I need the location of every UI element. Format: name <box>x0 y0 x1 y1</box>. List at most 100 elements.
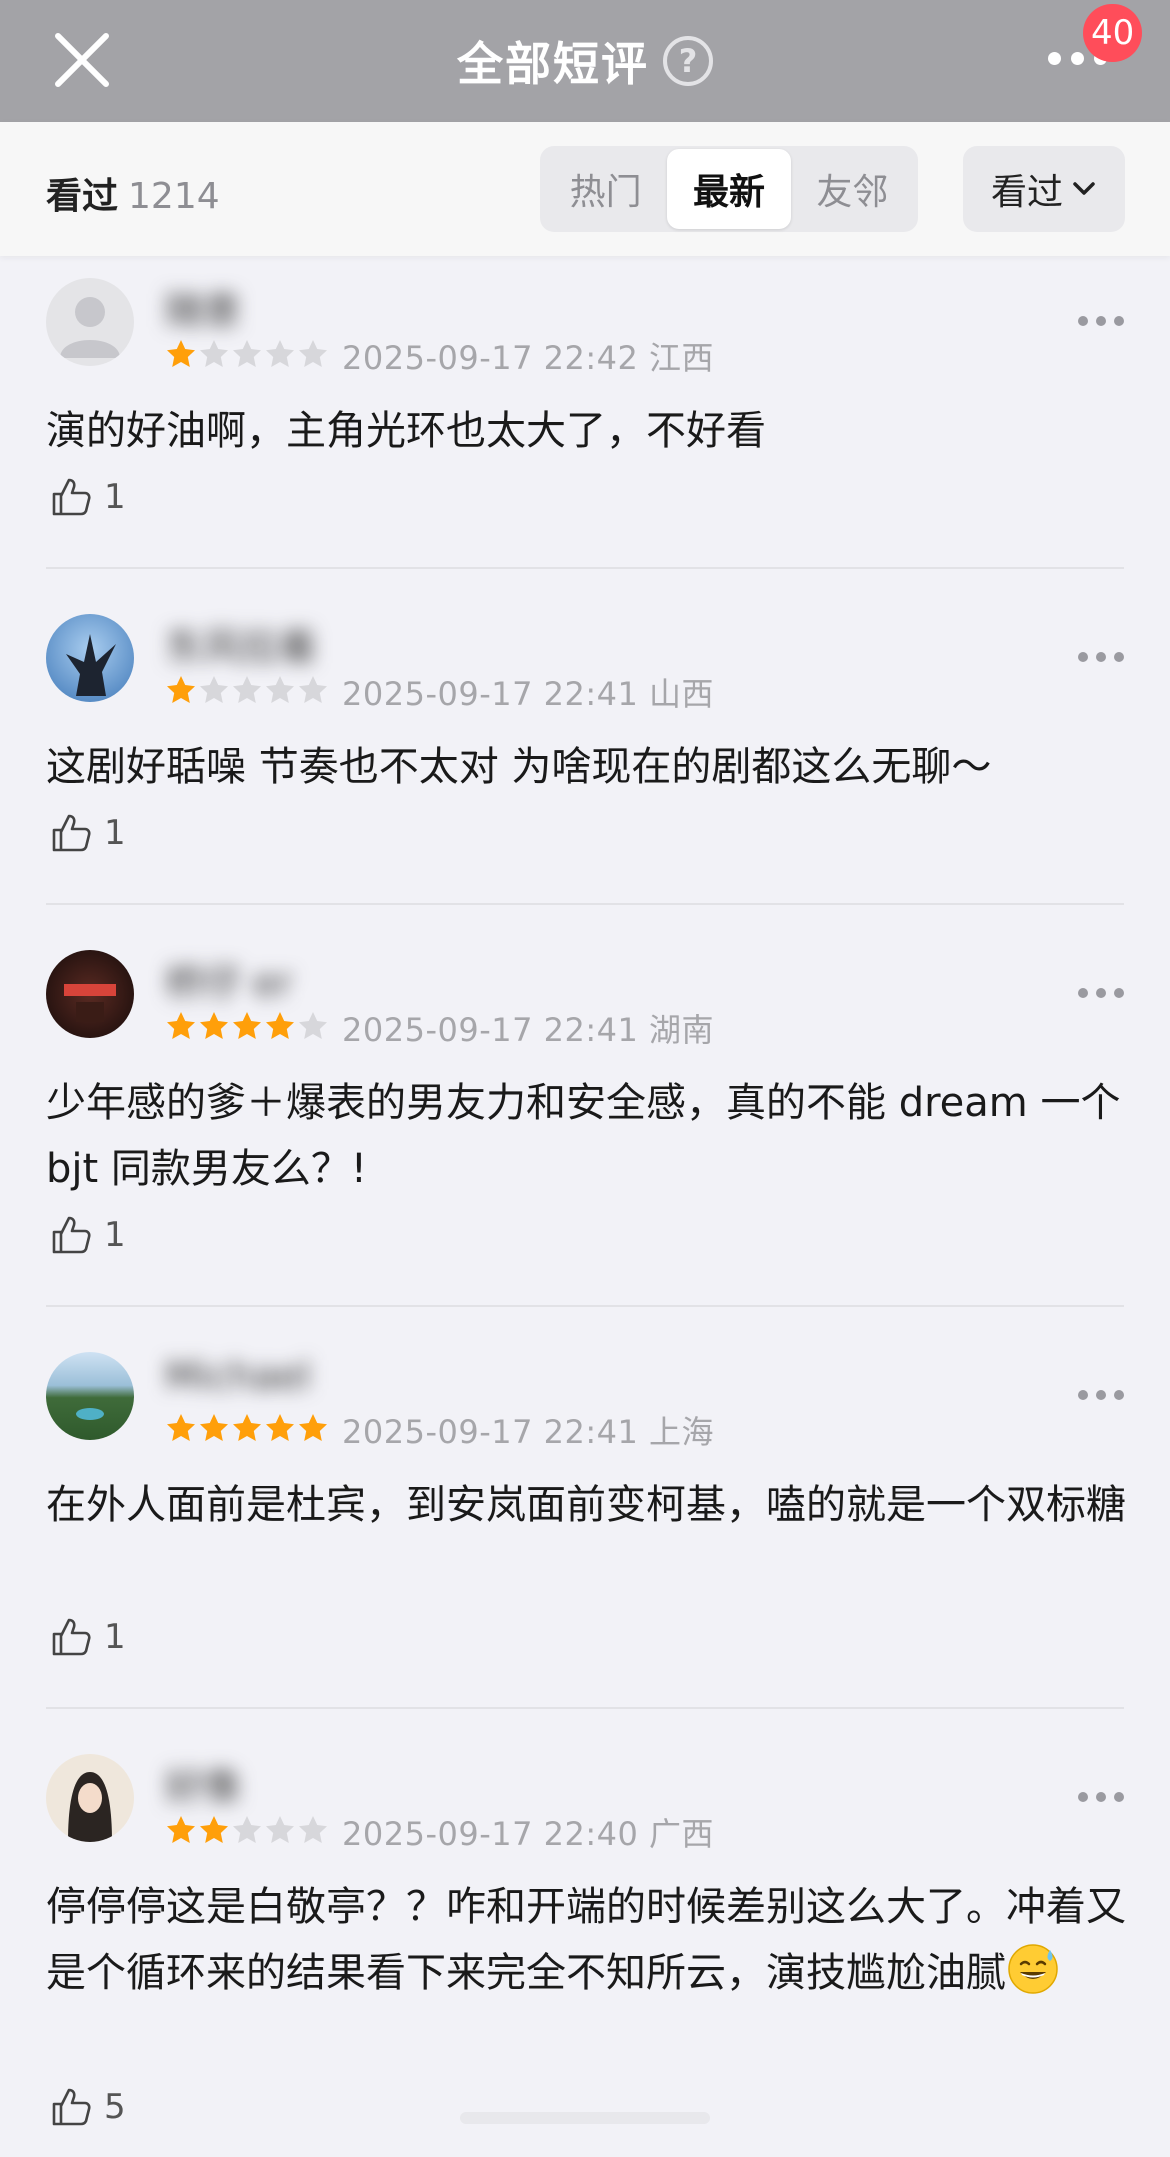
avatar[interactable] <box>46 950 134 1038</box>
tab-latest[interactable]: 最新 <box>667 149 791 229</box>
watched-filter-dropdown[interactable]: 看过 <box>963 146 1125 232</box>
like-count: 1 <box>104 477 126 517</box>
review-more-button[interactable] <box>1078 988 1124 998</box>
more-icon <box>1048 51 1061 65</box>
star-icon <box>167 1012 195 1039</box>
top-nav-bar: 全部短评 ? 40 <box>0 0 1170 122</box>
review-meta: 2025-09-17 22:42 江西 <box>342 333 714 379</box>
star-icon <box>299 1012 327 1039</box>
review-text: 停停停这是白敬亭？？咋和开端的时候差别这么大了。冲着又是个循环来的结果看下来完全… <box>46 1874 1136 2006</box>
notification-badge: 40 <box>1083 4 1143 62</box>
thumbs-up-icon <box>52 1618 91 1656</box>
help-icon[interactable]: ? <box>663 36 713 86</box>
avatar[interactable] <box>46 1754 134 1842</box>
thumbs-up-icon <box>52 814 91 852</box>
star-icon <box>200 1816 228 1843</box>
review-location: 广西 <box>649 1815 715 1853</box>
star-icon <box>299 1816 327 1843</box>
review-location: 湖南 <box>649 1011 715 1049</box>
avatar[interactable] <box>46 614 134 702</box>
username[interactable]: 随意 <box>165 280 241 333</box>
sweat-smile-emoji <box>1008 1944 1058 1994</box>
review-more-button[interactable] <box>1078 1390 1124 1400</box>
sort-segmented-control: 热门 最新 友邻 <box>540 146 918 232</box>
star-icon <box>167 1816 195 1843</box>
star-rating <box>165 338 329 370</box>
like-button[interactable]: 1 <box>48 1614 126 1660</box>
review-more-button[interactable] <box>1078 652 1124 662</box>
review-more-button[interactable] <box>1078 316 1124 326</box>
divider <box>46 567 1124 569</box>
like-count: 1 <box>104 1617 126 1657</box>
scroll-indicator <box>460 2112 710 2124</box>
review-meta: 2025-09-17 22:40 广西 <box>342 1809 714 1855</box>
review-date: 2025-09-17 22:40 <box>342 1815 639 1853</box>
star-icon <box>233 1012 261 1039</box>
review-meta: 2025-09-17 22:41 山西 <box>342 669 714 715</box>
divider <box>46 903 1124 905</box>
dropdown-label: 看过 <box>990 172 1063 213</box>
star-icon <box>233 676 261 703</box>
star-icon <box>299 340 327 367</box>
star-icon <box>233 340 261 367</box>
star-icon <box>200 1414 228 1441</box>
thumbs-up-icon <box>52 1216 91 1254</box>
username[interactable]: Michael <box>165 1354 311 1402</box>
star-icon <box>266 1414 294 1441</box>
star-icon <box>200 340 228 367</box>
review-text: 演的好油啊，主角光环也太大了，不好看 <box>46 408 766 454</box>
filter-bar: 看过 1214 热门 最新 友邻 看过 <box>0 122 1170 256</box>
like-button[interactable]: 1 <box>48 1212 126 1258</box>
review-date: 2025-09-17 22:41 <box>342 1413 639 1451</box>
star-icon <box>266 1012 294 1039</box>
star-icon <box>233 1414 261 1441</box>
review-text: 这剧好聒噪 节奏也不太对 为啥现在的剧都这么无聊～ <box>46 744 992 790</box>
star-icon <box>167 1414 195 1441</box>
star-icon <box>266 676 294 703</box>
star-icon <box>266 1816 294 1843</box>
review-location: 山西 <box>649 675 715 713</box>
star-rating <box>165 1010 329 1042</box>
like-button[interactable]: 1 <box>48 474 126 520</box>
star-icon <box>200 676 228 703</box>
like-count: 1 <box>104 1215 126 1255</box>
review-meta: 2025-09-17 22:41 上海 <box>342 1407 714 1453</box>
review-location: 上海 <box>649 1413 715 1451</box>
divider <box>46 1305 1124 1307</box>
star-rating <box>165 1412 329 1444</box>
review-date: 2025-09-17 22:41 <box>342 1011 639 1049</box>
like-button[interactable]: 5 <box>48 2084 126 2130</box>
review-date: 2025-09-17 22:41 <box>342 675 639 713</box>
star-icon <box>299 676 327 703</box>
like-count: 5 <box>104 2087 126 2127</box>
star-icon <box>266 340 294 367</box>
username[interactable]: 好像 <box>165 1756 241 1809</box>
star-rating <box>165 674 329 706</box>
review-location: 江西 <box>649 339 715 377</box>
avatar[interactable] <box>46 278 134 366</box>
watched-number: 1214 <box>128 176 220 217</box>
review-more-button[interactable] <box>1078 1792 1124 1802</box>
username[interactable]: 东风拉着 <box>165 616 317 669</box>
star-icon <box>200 1012 228 1039</box>
username[interactable]: 桥仔 er <box>165 952 292 1005</box>
page-title: 全部短评 <box>457 37 649 91</box>
review-text: 少年感的爹＋爆表的男友力和安全感，真的不能 dream 一个 bjt 同款男友么… <box>46 1080 1121 1192</box>
watched-count: 看过 1214 <box>46 167 220 219</box>
star-rating <box>165 1814 329 1846</box>
divider <box>46 1707 1124 1709</box>
watched-label: 看过 <box>46 176 119 217</box>
tab-friends[interactable]: 友邻 <box>791 149 914 229</box>
thumbs-up-icon <box>52 2088 91 2126</box>
avatar[interactable] <box>46 1352 134 1440</box>
star-icon <box>233 1816 261 1843</box>
like-count: 1 <box>104 813 126 853</box>
star-icon <box>167 676 195 703</box>
review-meta: 2025-09-17 22:41 湖南 <box>342 1005 714 1051</box>
star-icon <box>299 1414 327 1441</box>
chevron-down-icon <box>1073 182 1095 195</box>
review-text-content: 停停停这是白敬亭？？咋和开端的时候差别这么大了。冲着又是个循环来的结果看下来完全… <box>46 1884 1126 1996</box>
tab-hot[interactable]: 热门 <box>544 149 667 229</box>
review-date: 2025-09-17 22:42 <box>342 339 639 377</box>
like-button[interactable]: 1 <box>48 810 126 856</box>
